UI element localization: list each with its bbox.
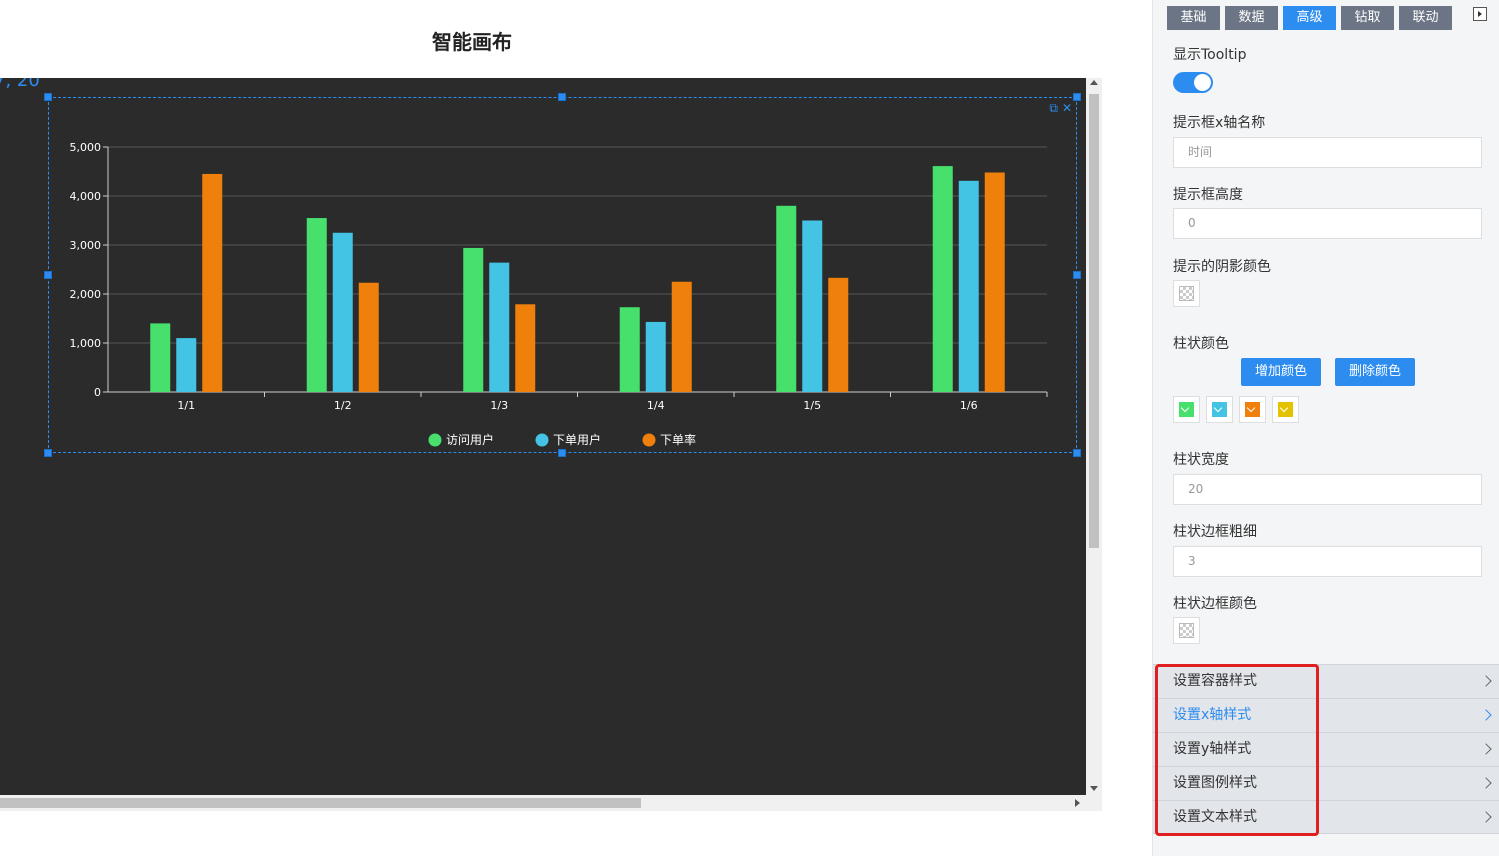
x-tick-label: 1/2 (334, 399, 352, 412)
x-tick-label: 1/1 (177, 399, 195, 412)
bar-1 (776, 205, 797, 392)
bar-color-swatch-2[interactable] (1206, 396, 1233, 423)
bar-1 (306, 218, 327, 392)
chart-widget[interactable]: ⧉ ✕ 0 1,000 2,000 3,000 4,000 5,000 1/1 1/2 1/3 1… (44, 93, 1081, 457)
tab-linkage[interactable]: 联动 (1399, 6, 1452, 30)
bar-color-swatch-1[interactable] (1173, 396, 1200, 423)
remove-color-button[interactable]: 删除颜色 (1335, 358, 1415, 386)
bar-3 (515, 304, 536, 392)
legend-marker (642, 433, 656, 447)
bar-width-input[interactable]: 20 (1173, 474, 1482, 505)
bar-color-swatch-4[interactable] (1272, 396, 1299, 423)
x-tick-label: 1/6 (960, 399, 978, 412)
legend-label: 下单用户 (553, 432, 601, 447)
chevron-right-icon (1480, 743, 1492, 755)
bar-border-color-label: 柱状边框颜色 (1173, 596, 1257, 612)
scroll-corner (1086, 795, 1102, 811)
bar-3 (828, 277, 849, 392)
bar-2 (958, 180, 979, 392)
show-tooltip-toggle[interactable] (1173, 72, 1213, 93)
tooltip-height-label: 提示框高度 (1173, 187, 1243, 203)
legend-marker (535, 433, 549, 447)
tooltip-height-input[interactable]: 0 (1173, 208, 1482, 239)
add-color-button[interactable]: 增加颜色 (1241, 358, 1321, 386)
x-tick-label: 1/3 (490, 399, 508, 412)
y-tick-label: 1,000 (70, 337, 102, 350)
bar-color-label: 柱状颜色 (1173, 336, 1229, 352)
check-icon (1179, 402, 1194, 417)
y-tick-label: 4,000 (70, 190, 102, 203)
highlight-annotation (1155, 664, 1319, 836)
bar-2 (645, 321, 666, 392)
canvas-area[interactable]: 7, 20 ⧉ ✕ 01,0002,0003,0004,0005,0001/11… (0, 78, 1086, 795)
y-tick-label: 3,000 (70, 239, 102, 252)
bar-3 (358, 282, 379, 392)
collapse-panel-icon[interactable] (1473, 7, 1487, 21)
bar-2 (176, 338, 197, 392)
bar-border-width-input[interactable]: 3 (1173, 546, 1482, 577)
tooltip-x-name-label: 提示框x轴名称 (1173, 115, 1266, 131)
scroll-up-arrow-icon[interactable] (1090, 80, 1098, 85)
bar-border-width-label: 柱状边框粗细 (1173, 524, 1257, 540)
tab-basic[interactable]: 基础 (1167, 6, 1220, 30)
bar-3 (202, 173, 223, 392)
bar-3 (984, 172, 1005, 392)
bar-3 (671, 281, 692, 392)
show-tooltip-label: 显示Tooltip (1173, 47, 1247, 63)
vertical-scroll-thumb[interactable] (1089, 94, 1099, 548)
bar-1 (150, 323, 171, 392)
bar-1 (932, 166, 953, 392)
bar-2 (802, 220, 823, 392)
tab-data[interactable]: 数据 (1225, 6, 1278, 30)
bar-1 (463, 247, 484, 392)
bar-2 (489, 262, 510, 392)
check-icon (1278, 402, 1293, 417)
bar-color-swatch-3[interactable] (1239, 396, 1266, 423)
bar-1 (619, 307, 640, 392)
tooltip-shadow-color-label: 提示的阴影颜色 (1173, 259, 1271, 275)
scroll-down-arrow-icon[interactable] (1090, 786, 1098, 791)
tab-drilldown[interactable]: 钻取 (1341, 6, 1394, 30)
coord-readout: 7, 20 (0, 78, 40, 91)
y-tick-label: 5,000 (70, 141, 102, 154)
vertical-scrollbar[interactable] (1086, 78, 1102, 795)
legend-label: 下单率 (660, 432, 696, 447)
tooltip-x-name-input[interactable]: 时间 (1173, 137, 1482, 168)
check-icon (1212, 402, 1227, 417)
tooltip-shadow-color-picker[interactable] (1173, 280, 1200, 307)
x-tick-label: 1/5 (803, 399, 821, 412)
bar-chart: 0 1,000 2,000 3,000 4,000 5,000 1/1 1/2 1/3 1/4 1/… (70, 141, 1048, 447)
chevron-right-icon (1480, 811, 1492, 823)
check-icon (1245, 402, 1260, 417)
chevron-right-icon (1480, 709, 1492, 721)
legend-label: 访问用户 (446, 432, 494, 447)
horizontal-scrollbar[interactable] (0, 795, 1086, 811)
y-tick-label: 2,000 (70, 288, 102, 301)
bar-width-label: 柱状宽度 (1173, 452, 1229, 468)
chevron-right-icon (1480, 675, 1492, 687)
bar-2 (332, 232, 353, 392)
canvas-title: 智能画布 (432, 30, 512, 54)
legend-marker (428, 433, 442, 447)
tab-advanced[interactable]: 高级 (1283, 6, 1336, 30)
page: 智能画布 7, 20 ⧉ ✕ 01,0002,0003,0004,0005,00… (0, 0, 1499, 856)
y-tick-label: 0 (94, 386, 101, 399)
panel-tabs: 基础 数据 高级 钻取 联动 (1167, 6, 1452, 30)
x-tick-label: 1/4 (647, 399, 665, 412)
horizontal-scroll-thumb[interactable] (0, 798, 641, 808)
bar-border-color-picker[interactable] (1173, 617, 1200, 644)
chevron-right-icon (1480, 777, 1492, 789)
scroll-right-arrow-icon[interactable] (1075, 799, 1080, 807)
